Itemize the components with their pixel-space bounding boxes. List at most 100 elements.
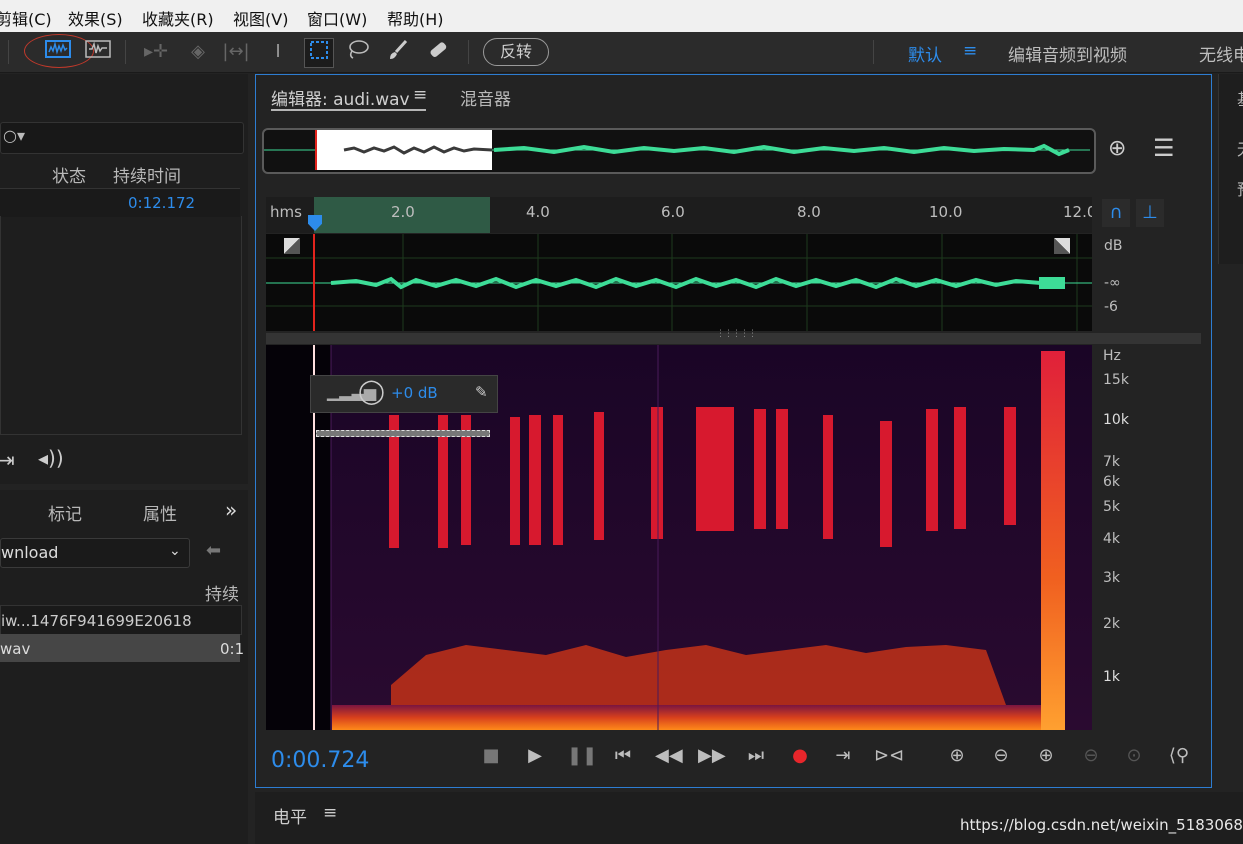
fast-forward-icon[interactable]: ▶▶: [698, 745, 726, 766]
level-menu-icon[interactable]: ≡: [323, 803, 337, 823]
gain-knob-icon[interactable]: ◯: [358, 377, 385, 405]
auto-play-speaker-icon[interactable]: ◂)): [38, 446, 64, 470]
menu-window[interactable]: 窗口(W): [307, 6, 367, 30]
razor-tool-icon[interactable]: ◈: [184, 38, 212, 66]
pause-icon[interactable]: ❚❚: [567, 745, 597, 766]
workspace-wireless[interactable]: 无线电: [1199, 41, 1243, 66]
play-icon[interactable]: ▶: [522, 745, 548, 766]
ruler-tick: 4.0: [526, 203, 550, 221]
workspace-default[interactable]: 默认: [908, 41, 942, 66]
col-duration[interactable]: 持续时间: [113, 162, 181, 187]
menu-edit[interactable]: 剪辑(C): [0, 6, 52, 30]
active-tab-underline: [271, 109, 426, 111]
right-panel-tab-1[interactable]: 基: [1237, 86, 1243, 110]
file-duration: 0:12.172: [128, 194, 196, 212]
list-item[interactable]: wav 0:1: [0, 634, 244, 662]
waveform-display[interactable]: [266, 234, 1092, 331]
panel-overflow-icon[interactable]: »: [225, 498, 237, 522]
menu-bar: 剪辑(C) 效果(S) 收藏夹(R) 视图(V) 窗口(W) 帮助(H): [0, 0, 1243, 32]
col-duration-media[interactable]: 持续: [205, 580, 239, 605]
zoom-in-time-icon[interactable]: ⊕: [1033, 745, 1059, 766]
tab-mixer[interactable]: 混音器: [460, 85, 511, 110]
hz-label: 4k: [1103, 531, 1121, 547]
hz-label: 6k: [1103, 474, 1121, 490]
time-ruler[interactable]: hms 2.0 4.0 6.0 8.0 10.0 12.0: [266, 197, 1092, 233]
skip-forward-icon[interactable]: ⏭: [743, 745, 769, 766]
zoom-out-full-icon[interactable]: ⟨⚲: [1164, 745, 1194, 766]
skip-selection-icon[interactable]: ⊳⊲: [874, 745, 904, 766]
zoom-selection-icon[interactable]: ⊙: [1121, 745, 1147, 766]
file-list-area: [0, 216, 242, 435]
zoom-navigate-icon[interactable]: ⊕: [1108, 136, 1126, 161]
slip-tool-icon[interactable]: |↔|: [222, 38, 250, 66]
search-icon: ○▾: [3, 126, 25, 145]
files-panel: ○▾ 状态 持续时间 0:12.172 ⇥ ◂)): [0, 74, 248, 484]
insert-into-multitrack-icon[interactable]: ⇥: [0, 448, 15, 472]
ruler-tick: 6.0: [661, 203, 685, 221]
zoom-out-time-icon[interactable]: ⊖: [1078, 745, 1104, 766]
spectral-view-icon[interactable]: [84, 38, 112, 66]
overview-bar[interactable]: [262, 128, 1096, 174]
menu-effects[interactable]: 效果(S): [68, 6, 123, 30]
stop-icon[interactable]: ■: [478, 745, 504, 766]
tab-editor[interactable]: 编辑器: audi.wav: [271, 85, 410, 110]
lasso-icon[interactable]: [344, 38, 372, 66]
workspace-menu-icon[interactable]: ≡: [963, 41, 977, 61]
list-item[interactable]: iw...1476F941699E20618: [0, 605, 242, 635]
file-row[interactable]: 0:12.172: [0, 188, 240, 217]
panel-divider[interactable]: ⋮⋮⋮⋮⋮: [266, 329, 1201, 344]
move-tool-icon[interactable]: ▸✛: [142, 38, 170, 66]
list-view-icon[interactable]: ☰: [1153, 134, 1175, 162]
right-panel-tab-3[interactable]: 预: [1237, 176, 1243, 200]
tab-properties[interactable]: 属性: [143, 500, 177, 525]
hz-unit: Hz: [1103, 348, 1121, 364]
hz-label: 15k: [1103, 372, 1129, 388]
tab-markers[interactable]: 标记: [48, 500, 82, 525]
workspace-edit-video[interactable]: 编辑音频到视频: [1008, 41, 1127, 66]
spot-healing-icon[interactable]: [424, 38, 452, 66]
ruler-tick: 8.0: [797, 203, 821, 221]
level-panel-title[interactable]: 电平: [273, 803, 307, 828]
hz-label: 2k: [1103, 616, 1121, 632]
snap-icon[interactable]: ∩: [1102, 199, 1130, 227]
hz-label: 3k: [1103, 570, 1121, 586]
timecode[interactable]: 0:00.724: [271, 748, 369, 773]
folder-select[interactable]: wnload ⌄: [0, 538, 190, 568]
rewind-icon[interactable]: ◀◀: [655, 745, 683, 766]
zoom-out-amplitude-icon[interactable]: ⊖: [988, 745, 1014, 766]
right-panel: 基 无 预: [1218, 74, 1243, 264]
invert-button[interactable]: 反转: [483, 38, 549, 66]
pin-icon[interactable]: ✎: [475, 383, 488, 401]
waveform-view-icon[interactable]: [44, 38, 72, 66]
skip-back-icon[interactable]: ⏮: [610, 745, 636, 766]
menu-help[interactable]: 帮助(H): [387, 6, 444, 30]
list-item-name: iw...1476F941699E20618: [1, 612, 192, 630]
hz-label: 5k: [1103, 499, 1121, 515]
watermark: https://blog.csdn.net/weixin_51830687: [960, 816, 1243, 834]
db-label: -6: [1104, 299, 1118, 315]
menu-favorites[interactable]: 收藏夹(R): [142, 6, 214, 30]
db-label: -∞: [1104, 275, 1121, 291]
marker-pin-icon[interactable]: ⊥: [1136, 199, 1164, 227]
ruler-tick: 10.0: [929, 203, 963, 221]
gain-value[interactable]: +0 dB: [391, 384, 438, 402]
menu-view[interactable]: 视图(V): [233, 6, 288, 30]
editor-menu-icon[interactable]: ≡: [413, 85, 427, 105]
time-selection-tool-icon[interactable]: I: [264, 38, 292, 66]
record-icon[interactable]: ●: [787, 745, 813, 766]
col-status[interactable]: 状态: [52, 162, 86, 187]
hz-label: 1k: [1103, 669, 1121, 685]
search-input[interactable]: ○▾: [0, 122, 244, 154]
gain-hud[interactable]: ▁▂▃▅ ◯ +0 dB ✎: [310, 375, 498, 413]
hz-label: 7k: [1103, 454, 1121, 470]
marquee-selection-icon[interactable]: [304, 38, 334, 68]
brush-icon[interactable]: [384, 38, 412, 66]
loop-icon[interactable]: ⇥: [830, 745, 856, 766]
selection-handle-bar[interactable]: [316, 430, 490, 437]
zoom-in-amplitude-icon[interactable]: ⊕: [944, 745, 970, 766]
ruler-tick: 2.0: [391, 203, 415, 221]
back-arrow-icon[interactable]: ⬅: [206, 540, 221, 561]
fade-in-handle-icon[interactable]: [284, 238, 300, 254]
fade-out-handle-icon[interactable]: [1054, 238, 1070, 254]
right-panel-tab-2[interactable]: 无: [1237, 136, 1243, 160]
